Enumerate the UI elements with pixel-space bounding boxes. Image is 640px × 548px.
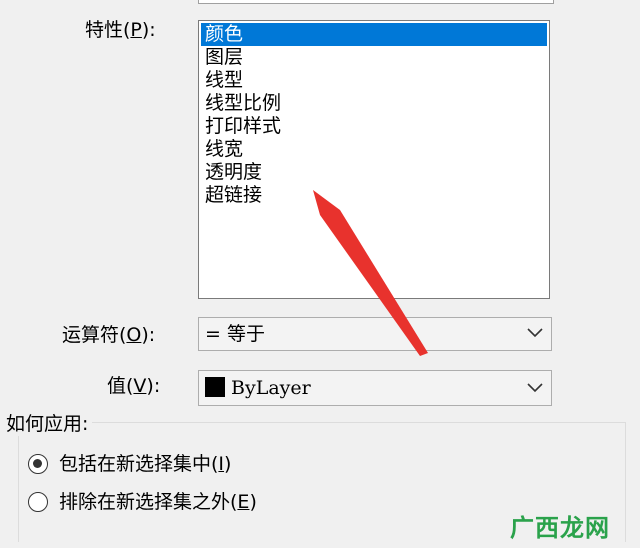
watermark: 广西龙网 (510, 514, 610, 542)
red-arrow-annotation (313, 190, 428, 356)
